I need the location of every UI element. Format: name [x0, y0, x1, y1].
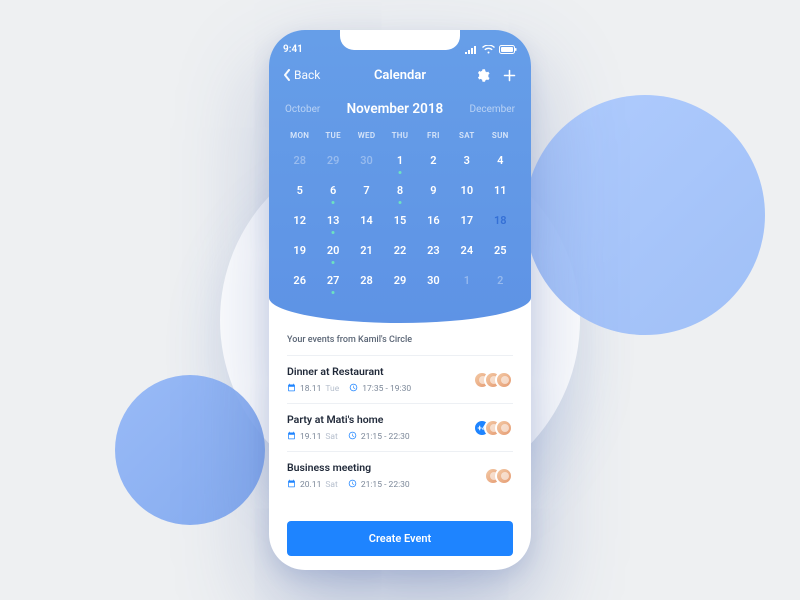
calendar-day[interactable]: 3 — [450, 146, 483, 176]
calendar-day[interactable]: 22 — [383, 236, 416, 266]
calendar-day[interactable]: 17 — [450, 206, 483, 236]
event-item[interactable]: Business meeting 20.11 Sat 21:15 - 22:30 — [287, 451, 513, 499]
calendar-day[interactable]: 18 — [484, 206, 517, 236]
calendar-day[interactable]: 19 — [283, 236, 316, 266]
back-button[interactable]: Back — [283, 68, 320, 82]
event-title: Dinner at Restaurant — [287, 365, 411, 378]
calendar-day[interactable]: 20 — [316, 236, 349, 266]
weekday-label: MON — [283, 131, 316, 140]
clock-icon — [348, 479, 357, 491]
calendar-day[interactable]: 1 — [383, 146, 416, 176]
clock-icon — [349, 383, 358, 395]
calendar-day[interactable]: 2 — [417, 146, 450, 176]
signal-icon — [465, 45, 478, 54]
weekday-label: WED — [350, 131, 383, 140]
weekday-header: MON TUE WED THU FRI SAT SUN — [283, 131, 517, 140]
create-event-button[interactable]: Create Event — [287, 521, 513, 556]
calendar-day[interactable]: 24 — [450, 236, 483, 266]
calendar-day[interactable]: 11 — [484, 176, 517, 206]
event-item[interactable]: Party at Mati's home 19.11 Sat 21:15 - 22:… — [287, 403, 513, 451]
calendar-day[interactable]: 13 — [316, 206, 349, 236]
chevron-left-icon — [283, 69, 291, 81]
calendar-day[interactable]: 4 — [484, 146, 517, 176]
calendar-day[interactable]: 21 — [350, 236, 383, 266]
calendar-day[interactable]: 9 — [417, 176, 450, 206]
event-date: 20.11 — [300, 480, 321, 490]
weekday-label: SUN — [484, 131, 517, 140]
weekday-label: SAT — [450, 131, 483, 140]
calendar-icon — [287, 431, 296, 443]
event-item[interactable]: Dinner at Restaurant 18.11 Tue 17:35 - 19:… — [287, 355, 513, 403]
event-time: 17:35 - 19:30 — [362, 384, 411, 394]
calendar-day[interactable]: 6 — [316, 176, 349, 206]
calendar-day[interactable]: 7 — [350, 176, 383, 206]
bg-circle-blue-left — [115, 375, 265, 525]
event-title: Business meeting — [287, 461, 410, 474]
calendar-day[interactable]: 26 — [283, 266, 316, 296]
event-dow: Tue — [325, 384, 339, 394]
calendar-day[interactable]: 16 — [417, 206, 450, 236]
event-dow: Sat — [325, 480, 337, 490]
calendar-day[interactable]: 25 — [484, 236, 517, 266]
avatar — [495, 371, 513, 389]
calendar-day[interactable]: 1 — [450, 266, 483, 296]
avatar — [495, 419, 513, 437]
nav-bar: Back Calendar — [283, 63, 517, 87]
back-label: Back — [294, 68, 320, 82]
calendar-day[interactable]: 15 — [383, 206, 416, 236]
month-current: November 2018 — [347, 101, 444, 117]
avatar — [495, 467, 513, 485]
event-attendees — [484, 467, 513, 485]
calendar-day[interactable]: 8 — [383, 176, 416, 206]
calendar-day[interactable]: 28 — [350, 266, 383, 296]
clock-icon — [348, 431, 357, 443]
weekday-label: TUE — [316, 131, 349, 140]
calendar-day[interactable]: 14 — [350, 206, 383, 236]
weekday-label: THU — [383, 131, 416, 140]
event-title: Party at Mati's home — [287, 413, 410, 426]
phone-frame: 9:41 Back Calendar Octob — [269, 30, 531, 570]
event-list: Your events from Kamil's Circle Dinner a… — [269, 323, 531, 511]
calendar-grid: 2829301234567891011121314151617181920212… — [283, 146, 517, 296]
calendar-icon — [287, 383, 296, 395]
status-time: 9:41 — [283, 44, 303, 55]
month-switcher[interactable]: October November 2018 December — [283, 101, 517, 117]
calendar-day[interactable]: 5 — [283, 176, 316, 206]
month-next[interactable]: December — [470, 104, 515, 115]
calendar-day[interactable]: 30 — [417, 266, 450, 296]
calendar-day[interactable]: 29 — [383, 266, 416, 296]
event-attendees — [473, 371, 513, 389]
calendar-panel: 9:41 Back Calendar Octob — [269, 30, 531, 323]
weekday-label: FRI — [417, 131, 450, 140]
calendar-day[interactable]: 2 — [484, 266, 517, 296]
calendar-day[interactable]: 29 — [316, 146, 349, 176]
calendar-day[interactable]: 10 — [450, 176, 483, 206]
event-meta: 20.11 Sat 21:15 - 22:30 — [287, 479, 410, 491]
month-prev[interactable]: October — [285, 104, 320, 115]
event-attendees: +4 — [473, 419, 513, 437]
calendar-day[interactable]: 27 — [316, 266, 349, 296]
event-meta: 18.11 Tue 17:35 - 19:30 — [287, 383, 411, 395]
gear-icon[interactable] — [475, 68, 490, 83]
event-meta: 19.11 Sat 21:15 - 22:30 — [287, 431, 410, 443]
calendar-day[interactable]: 12 — [283, 206, 316, 236]
nav-actions — [475, 68, 517, 83]
phone-notch — [340, 30, 460, 50]
battery-icon — [499, 45, 517, 54]
event-dow: Sat — [325, 432, 337, 442]
calendar-icon — [287, 479, 296, 491]
status-icons — [465, 45, 517, 54]
bg-circle-blue-right — [525, 95, 765, 335]
plus-icon[interactable] — [502, 68, 517, 83]
wifi-icon — [482, 45, 495, 54]
event-list-heading: Your events from Kamil's Circle — [287, 335, 513, 345]
screen: 9:41 Back Calendar Octob — [269, 30, 531, 570]
calendar-day[interactable]: 30 — [350, 146, 383, 176]
event-time: 21:15 - 22:30 — [361, 432, 410, 442]
event-time: 21:15 - 22:30 — [361, 480, 410, 490]
event-date: 19.11 — [300, 432, 321, 442]
calendar-day[interactable]: 28 — [283, 146, 316, 176]
event-date: 18.11 — [300, 384, 321, 394]
calendar-day[interactable]: 23 — [417, 236, 450, 266]
